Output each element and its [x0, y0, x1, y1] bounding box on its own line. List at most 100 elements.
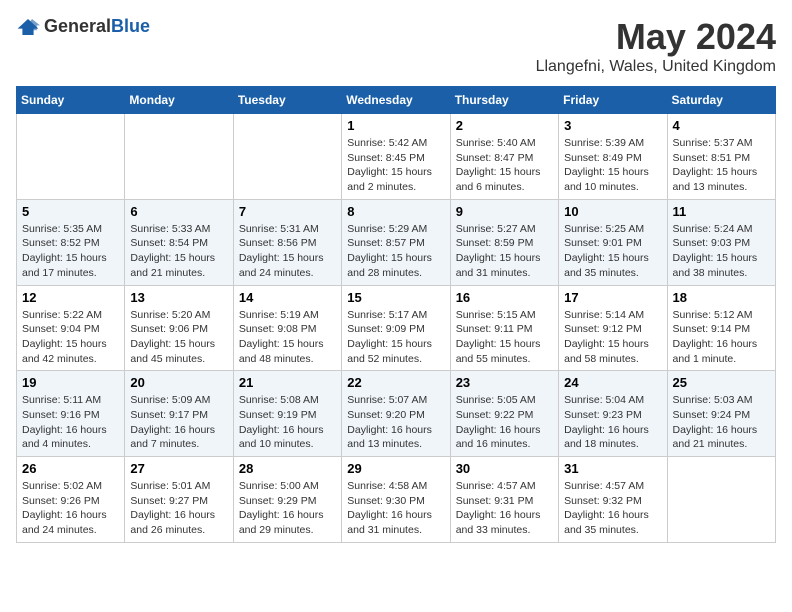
header-tuesday: Tuesday	[233, 87, 341, 114]
calendar-cell: 3Sunrise: 5:39 AM Sunset: 8:49 PM Daylig…	[559, 114, 667, 200]
day-info: Sunrise: 5:12 AM Sunset: 9:14 PM Dayligh…	[673, 308, 770, 367]
day-info: Sunrise: 5:24 AM Sunset: 9:03 PM Dayligh…	[673, 222, 770, 281]
header-friday: Friday	[559, 87, 667, 114]
header-monday: Monday	[125, 87, 233, 114]
day-info: Sunrise: 5:11 AM Sunset: 9:16 PM Dayligh…	[22, 393, 119, 452]
calendar-cell	[125, 114, 233, 200]
day-info: Sunrise: 5:04 AM Sunset: 9:23 PM Dayligh…	[564, 393, 661, 452]
day-number: 14	[239, 290, 336, 305]
day-info: Sunrise: 5:33 AM Sunset: 8:54 PM Dayligh…	[130, 222, 227, 281]
day-number: 13	[130, 290, 227, 305]
calendar-body: 1Sunrise: 5:42 AM Sunset: 8:45 PM Daylig…	[17, 114, 776, 543]
day-number: 23	[456, 375, 553, 390]
calendar-cell: 14 Sunrise: 5:19 AM Sunset: 9:08 PM Dayli…	[233, 285, 341, 371]
calendar-week-row: 1Sunrise: 5:42 AM Sunset: 8:45 PM Daylig…	[17, 114, 776, 200]
day-number: 31	[564, 461, 661, 476]
day-info: Sunrise: 5:07 AM Sunset: 9:20 PM Dayligh…	[347, 393, 444, 452]
calendar-cell: 28 Sunrise: 5:00 AM Sunset: 9:29 PM Dayli…	[233, 457, 341, 543]
calendar-cell: 26 Sunrise: 5:02 AM Sunset: 9:26 PM Dayli…	[17, 457, 125, 543]
day-number: 2	[456, 118, 553, 133]
day-number: 17	[564, 290, 661, 305]
day-number: 4	[673, 118, 770, 133]
calendar-cell: 11Sunrise: 5:24 AM Sunset: 9:03 PM Dayli…	[667, 199, 775, 285]
day-info: Sunrise: 5:20 AM Sunset: 9:06 PM Dayligh…	[130, 308, 227, 367]
calendar-week-row: 12 Sunrise: 5:22 AM Sunset: 9:04 PM Dayli…	[17, 285, 776, 371]
day-info: Sunrise: 5:03 AM Sunset: 9:24 PM Dayligh…	[673, 393, 770, 452]
month-title: May 2024	[536, 16, 776, 58]
day-number: 25	[673, 375, 770, 390]
logo-general-text: General	[44, 16, 111, 36]
header-thursday: Thursday	[450, 87, 558, 114]
calendar-cell: 2Sunrise: 5:40 AM Sunset: 8:47 PM Daylig…	[450, 114, 558, 200]
day-number: 1	[347, 118, 444, 133]
calendar-cell: 5Sunrise: 5:35 AM Sunset: 8:52 PM Daylig…	[17, 199, 125, 285]
day-number: 9	[456, 204, 553, 219]
day-info: Sunrise: 5:31 AM Sunset: 8:56 PM Dayligh…	[239, 222, 336, 281]
calendar-cell: 19 Sunrise: 5:11 AM Sunset: 9:16 PM Dayli…	[17, 371, 125, 457]
day-info: Sunrise: 5:15 AM Sunset: 9:11 PM Dayligh…	[456, 308, 553, 367]
calendar-cell: 27Sunrise: 5:01 AM Sunset: 9:27 PM Dayli…	[125, 457, 233, 543]
day-info: Sunrise: 5:09 AM Sunset: 9:17 PM Dayligh…	[130, 393, 227, 452]
calendar-header: Sunday Monday Tuesday Wednesday Thursday…	[17, 87, 776, 114]
calendar-week-row: 26 Sunrise: 5:02 AM Sunset: 9:26 PM Dayli…	[17, 457, 776, 543]
day-number: 19	[22, 375, 119, 390]
calendar-cell	[667, 457, 775, 543]
day-number: 24	[564, 375, 661, 390]
calendar-cell: 21 Sunrise: 5:08 AM Sunset: 9:19 PM Dayli…	[233, 371, 341, 457]
calendar-cell: 1Sunrise: 5:42 AM Sunset: 8:45 PM Daylig…	[342, 114, 450, 200]
day-number: 12	[22, 290, 119, 305]
calendar-cell: 12 Sunrise: 5:22 AM Sunset: 9:04 PM Dayli…	[17, 285, 125, 371]
calendar-cell: 10Sunrise: 5:25 AM Sunset: 9:01 PM Dayli…	[559, 199, 667, 285]
calendar-table: Sunday Monday Tuesday Wednesday Thursday…	[16, 86, 776, 543]
day-number: 26	[22, 461, 119, 476]
calendar-cell: 23 Sunrise: 5:05 AM Sunset: 9:22 PM Dayli…	[450, 371, 558, 457]
day-info: Sunrise: 4:57 AM Sunset: 9:32 PM Dayligh…	[564, 479, 661, 538]
calendar-cell: 4 Sunrise: 5:37 AM Sunset: 8:51 PM Daylig…	[667, 114, 775, 200]
day-number: 18	[673, 290, 770, 305]
day-info: Sunrise: 5:01 AM Sunset: 9:27 PM Dayligh…	[130, 479, 227, 538]
header-sunday: Sunday	[17, 87, 125, 114]
calendar-cell	[17, 114, 125, 200]
calendar-cell: 8Sunrise: 5:29 AM Sunset: 8:57 PM Daylig…	[342, 199, 450, 285]
day-number: 21	[239, 375, 336, 390]
calendar-cell	[233, 114, 341, 200]
calendar-cell: 15 Sunrise: 5:17 AM Sunset: 9:09 PM Dayli…	[342, 285, 450, 371]
day-number: 8	[347, 204, 444, 219]
day-number: 6	[130, 204, 227, 219]
day-info: Sunrise: 4:58 AM Sunset: 9:30 PM Dayligh…	[347, 479, 444, 538]
calendar-cell: 24 Sunrise: 5:04 AM Sunset: 9:23 PM Dayli…	[559, 371, 667, 457]
day-info: Sunrise: 5:02 AM Sunset: 9:26 PM Dayligh…	[22, 479, 119, 538]
day-info: Sunrise: 5:19 AM Sunset: 9:08 PM Dayligh…	[239, 308, 336, 367]
calendar-cell: 29Sunrise: 4:58 AM Sunset: 9:30 PM Dayli…	[342, 457, 450, 543]
calendar-cell: 17Sunrise: 5:14 AM Sunset: 9:12 PM Dayli…	[559, 285, 667, 371]
day-info: Sunrise: 5:05 AM Sunset: 9:22 PM Dayligh…	[456, 393, 553, 452]
header: GeneralBlue May 2024 Llangefni, Wales, U…	[16, 16, 776, 76]
title-area: May 2024 Llangefni, Wales, United Kingdo…	[536, 16, 776, 76]
day-info: Sunrise: 5:08 AM Sunset: 9:19 PM Dayligh…	[239, 393, 336, 452]
calendar-week-row: 19 Sunrise: 5:11 AM Sunset: 9:16 PM Dayli…	[17, 371, 776, 457]
day-info: Sunrise: 4:57 AM Sunset: 9:31 PM Dayligh…	[456, 479, 553, 538]
day-number: 20	[130, 375, 227, 390]
calendar-cell: 6 Sunrise: 5:33 AM Sunset: 8:54 PM Daylig…	[125, 199, 233, 285]
header-row: Sunday Monday Tuesday Wednesday Thursday…	[17, 87, 776, 114]
day-info: Sunrise: 5:25 AM Sunset: 9:01 PM Dayligh…	[564, 222, 661, 281]
calendar-cell: 22Sunrise: 5:07 AM Sunset: 9:20 PM Dayli…	[342, 371, 450, 457]
day-info: Sunrise: 5:22 AM Sunset: 9:04 PM Dayligh…	[22, 308, 119, 367]
header-saturday: Saturday	[667, 87, 775, 114]
day-info: Sunrise: 5:00 AM Sunset: 9:29 PM Dayligh…	[239, 479, 336, 538]
calendar-cell: 31 Sunrise: 4:57 AM Sunset: 9:32 PM Dayli…	[559, 457, 667, 543]
calendar-cell: 7Sunrise: 5:31 AM Sunset: 8:56 PM Daylig…	[233, 199, 341, 285]
day-number: 30	[456, 461, 553, 476]
logo: GeneralBlue	[16, 16, 150, 37]
calendar-cell: 18 Sunrise: 5:12 AM Sunset: 9:14 PM Dayli…	[667, 285, 775, 371]
calendar-cell: 16Sunrise: 5:15 AM Sunset: 9:11 PM Dayli…	[450, 285, 558, 371]
location-title: Llangefni, Wales, United Kingdom	[536, 58, 776, 76]
calendar-week-row: 5Sunrise: 5:35 AM Sunset: 8:52 PM Daylig…	[17, 199, 776, 285]
calendar-cell: 30 Sunrise: 4:57 AM Sunset: 9:31 PM Dayli…	[450, 457, 558, 543]
day-number: 15	[347, 290, 444, 305]
day-number: 28	[239, 461, 336, 476]
day-info: Sunrise: 5:37 AM Sunset: 8:51 PM Dayligh…	[673, 136, 770, 195]
calendar-cell: 13 Sunrise: 5:20 AM Sunset: 9:06 PM Dayli…	[125, 285, 233, 371]
logo-blue-text: Blue	[111, 16, 150, 36]
day-info: Sunrise: 5:17 AM Sunset: 9:09 PM Dayligh…	[347, 308, 444, 367]
